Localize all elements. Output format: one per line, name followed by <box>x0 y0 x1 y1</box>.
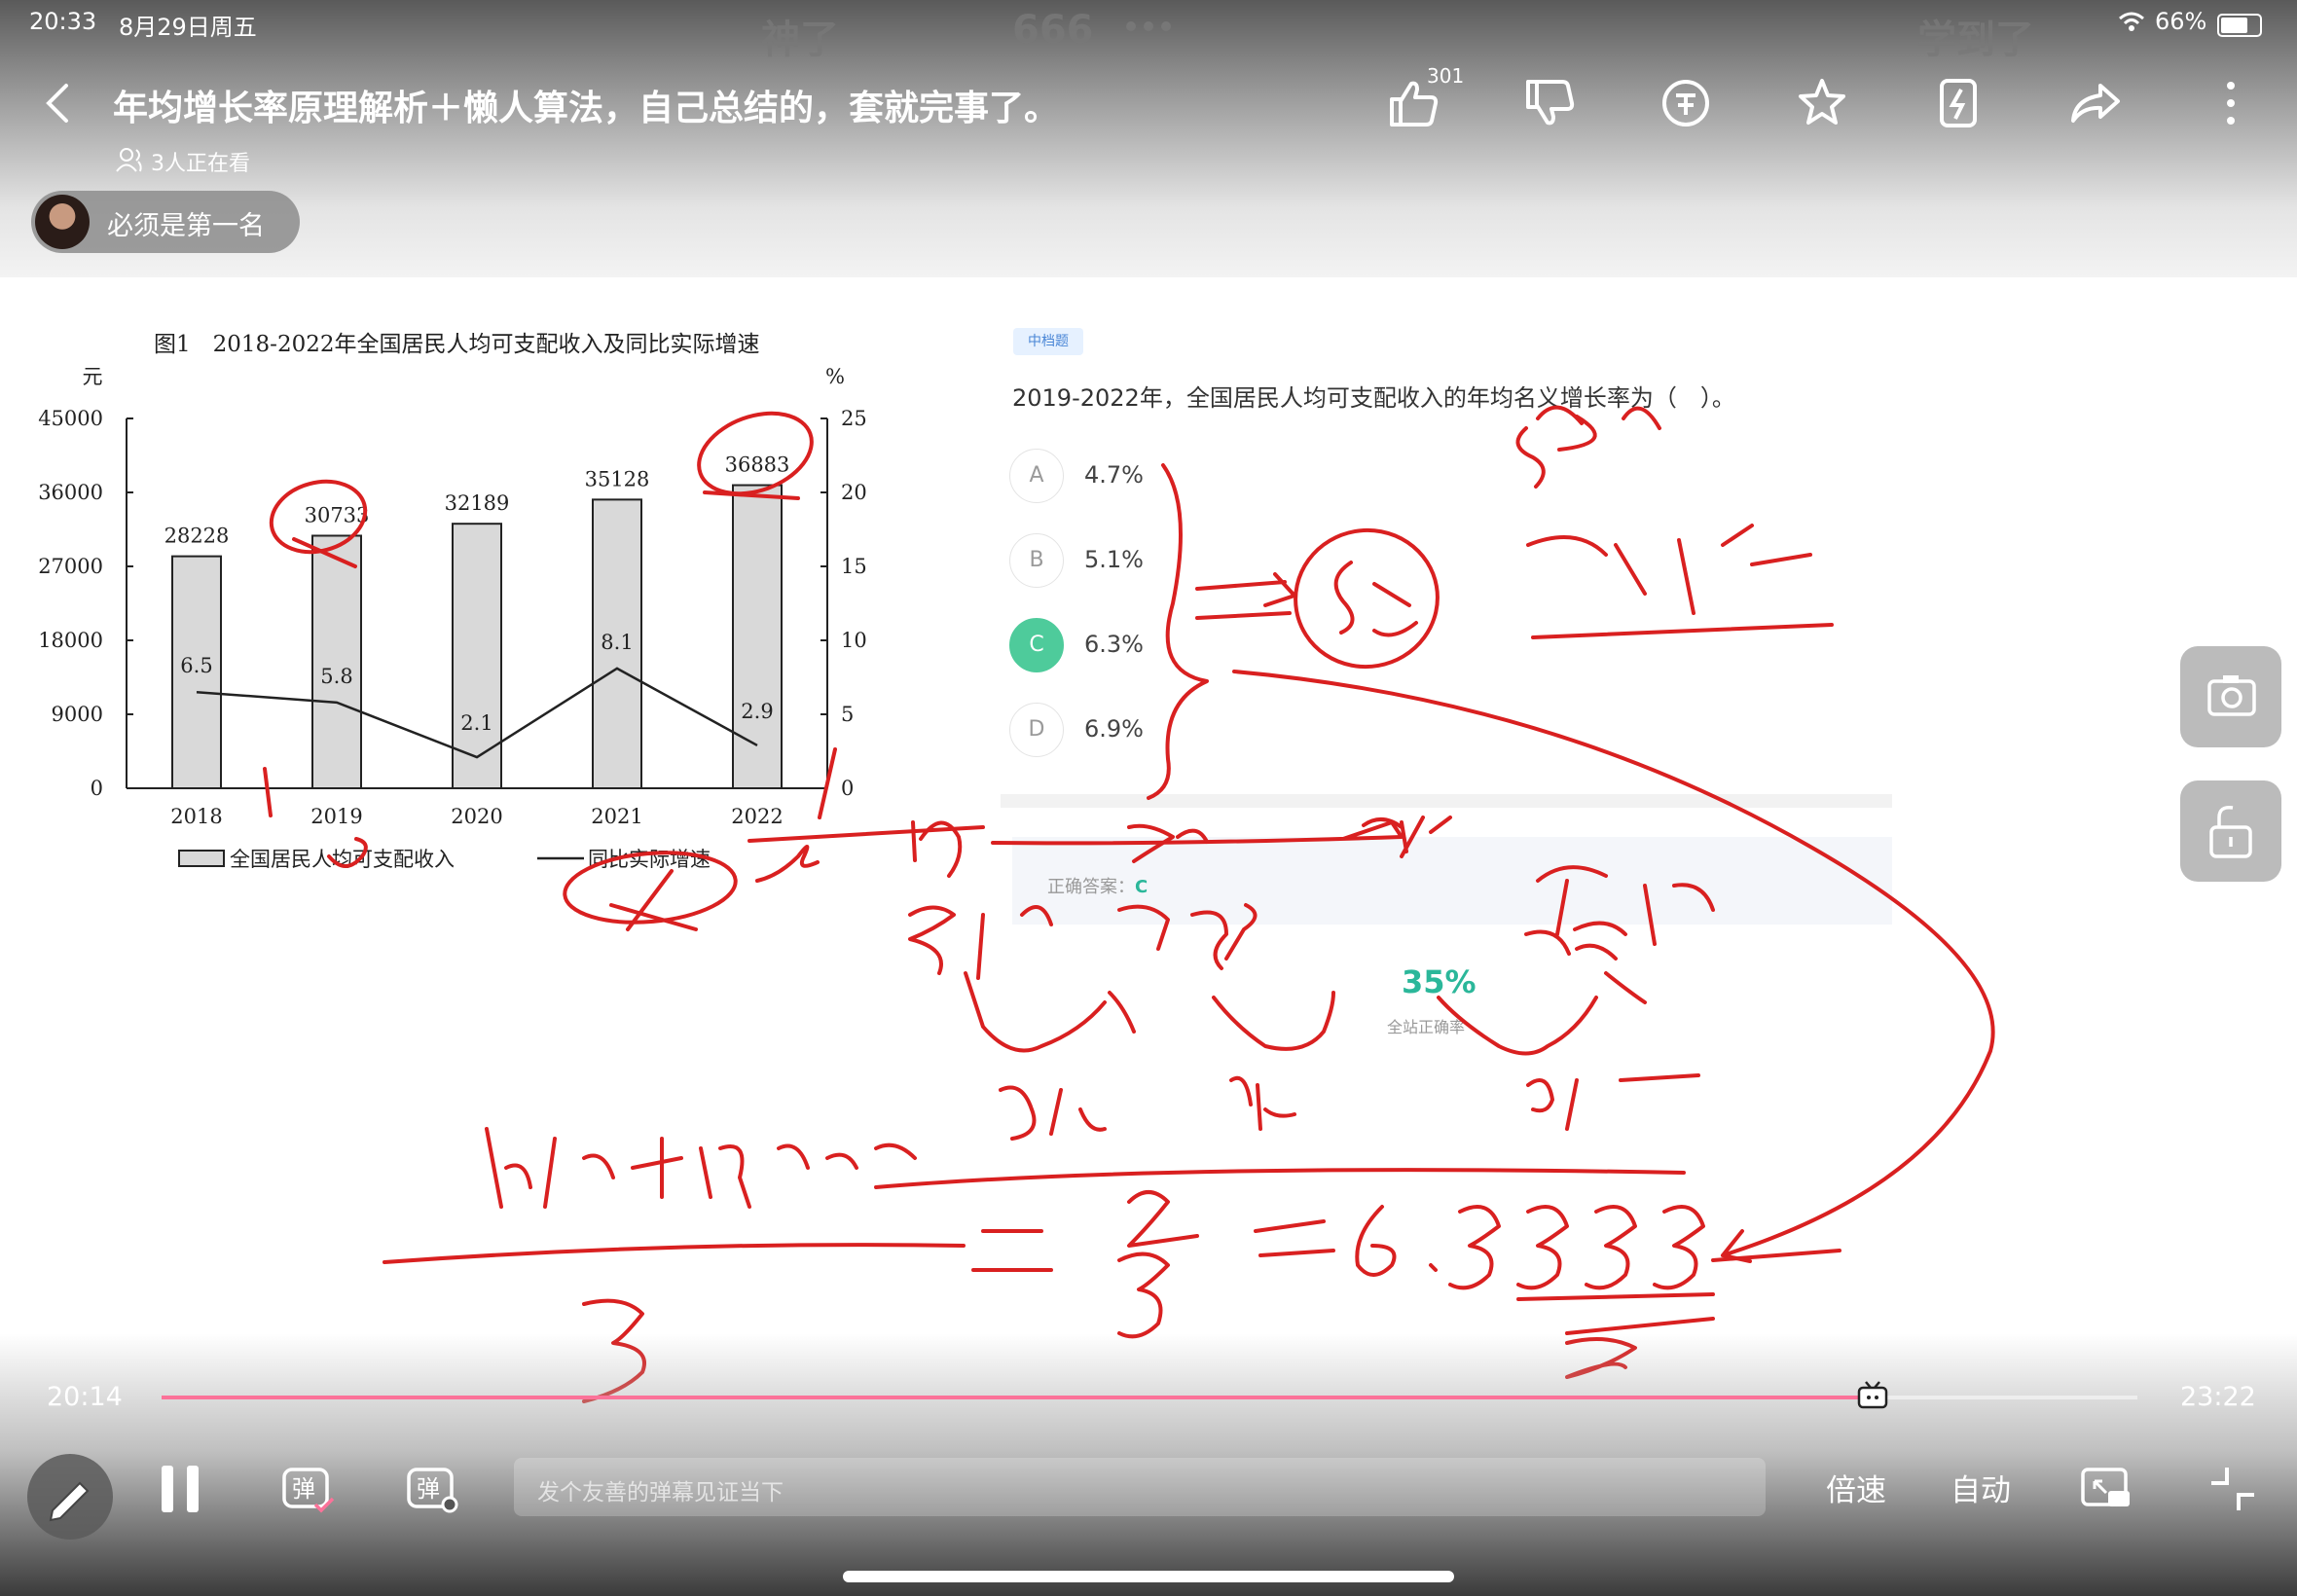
screenshot-button[interactable] <box>2180 646 2281 747</box>
coin-icon[interactable] <box>1659 76 1713 130</box>
viewers-icon <box>115 146 146 177</box>
progress-thumb-tv-icon[interactable] <box>1856 1380 1889 1415</box>
status-time: 20:33 <box>29 8 97 35</box>
danmaku-input[interactable]: 发个友善的弹幕见证当下 <box>514 1458 1766 1516</box>
more-dots-icon <box>1125 18 1172 36</box>
battery-icon <box>2217 14 2262 37</box>
danmaku-settings-icon[interactable]: 弹 <box>405 1462 459 1520</box>
camera-icon <box>2207 675 2256 716</box>
wifi-icon <box>2118 12 2145 35</box>
total-time: 23:22 <box>2180 1382 2256 1412</box>
viewers-count: 3人正在看 <box>151 152 250 176</box>
draw-tool-button[interactable] <box>27 1454 113 1540</box>
avatar <box>35 195 90 249</box>
more-vertical-icon[interactable] <box>2204 76 2258 130</box>
svg-text:弹: 弹 <box>417 1475 440 1503</box>
uploader-pill[interactable]: 必须是第一名 <box>31 191 300 253</box>
progress-fill <box>162 1396 1873 1399</box>
share-icon[interactable] <box>2067 76 2122 130</box>
battery-percent: 66% <box>2155 8 2207 35</box>
dislike-icon[interactable] <box>1522 76 1577 130</box>
back-icon[interactable] <box>39 80 78 130</box>
lock-button[interactable] <box>2180 780 2281 882</box>
home-indicator <box>843 1571 1454 1582</box>
pen-icon <box>49 1481 90 1522</box>
pause-icon[interactable] <box>158 1462 204 1520</box>
unlock-icon <box>2209 805 2252 858</box>
favorite-star-icon[interactable] <box>1795 76 1849 130</box>
danmaku-2: 666 <box>1012 8 1094 53</box>
video-title: 年均增长率原理解析＋懒人算法，自己总结的，套就完事了。 <box>113 89 1060 128</box>
uploader-name: 必须是第一名 <box>107 211 265 241</box>
danmaku-3: 学到了 <box>1917 18 2034 62</box>
svg-text:弹: 弹 <box>292 1475 315 1503</box>
status-date: 8月29日周五 <box>119 14 257 41</box>
like-count: 301 <box>1427 64 1465 88</box>
danmaku-1: 神了 <box>761 18 839 62</box>
danmaku-toggle-icon[interactable]: 弹 <box>280 1462 335 1520</box>
charge-icon[interactable] <box>1931 76 1986 130</box>
speed-button[interactable]: 倍速 <box>1826 1466 1886 1509</box>
exit-fullscreen-icon[interactable] <box>2206 1462 2260 1520</box>
current-time: 20:14 <box>47 1382 123 1412</box>
pip-icon[interactable] <box>2079 1462 2133 1520</box>
auto-quality-button[interactable]: 自动 <box>1951 1466 2011 1509</box>
